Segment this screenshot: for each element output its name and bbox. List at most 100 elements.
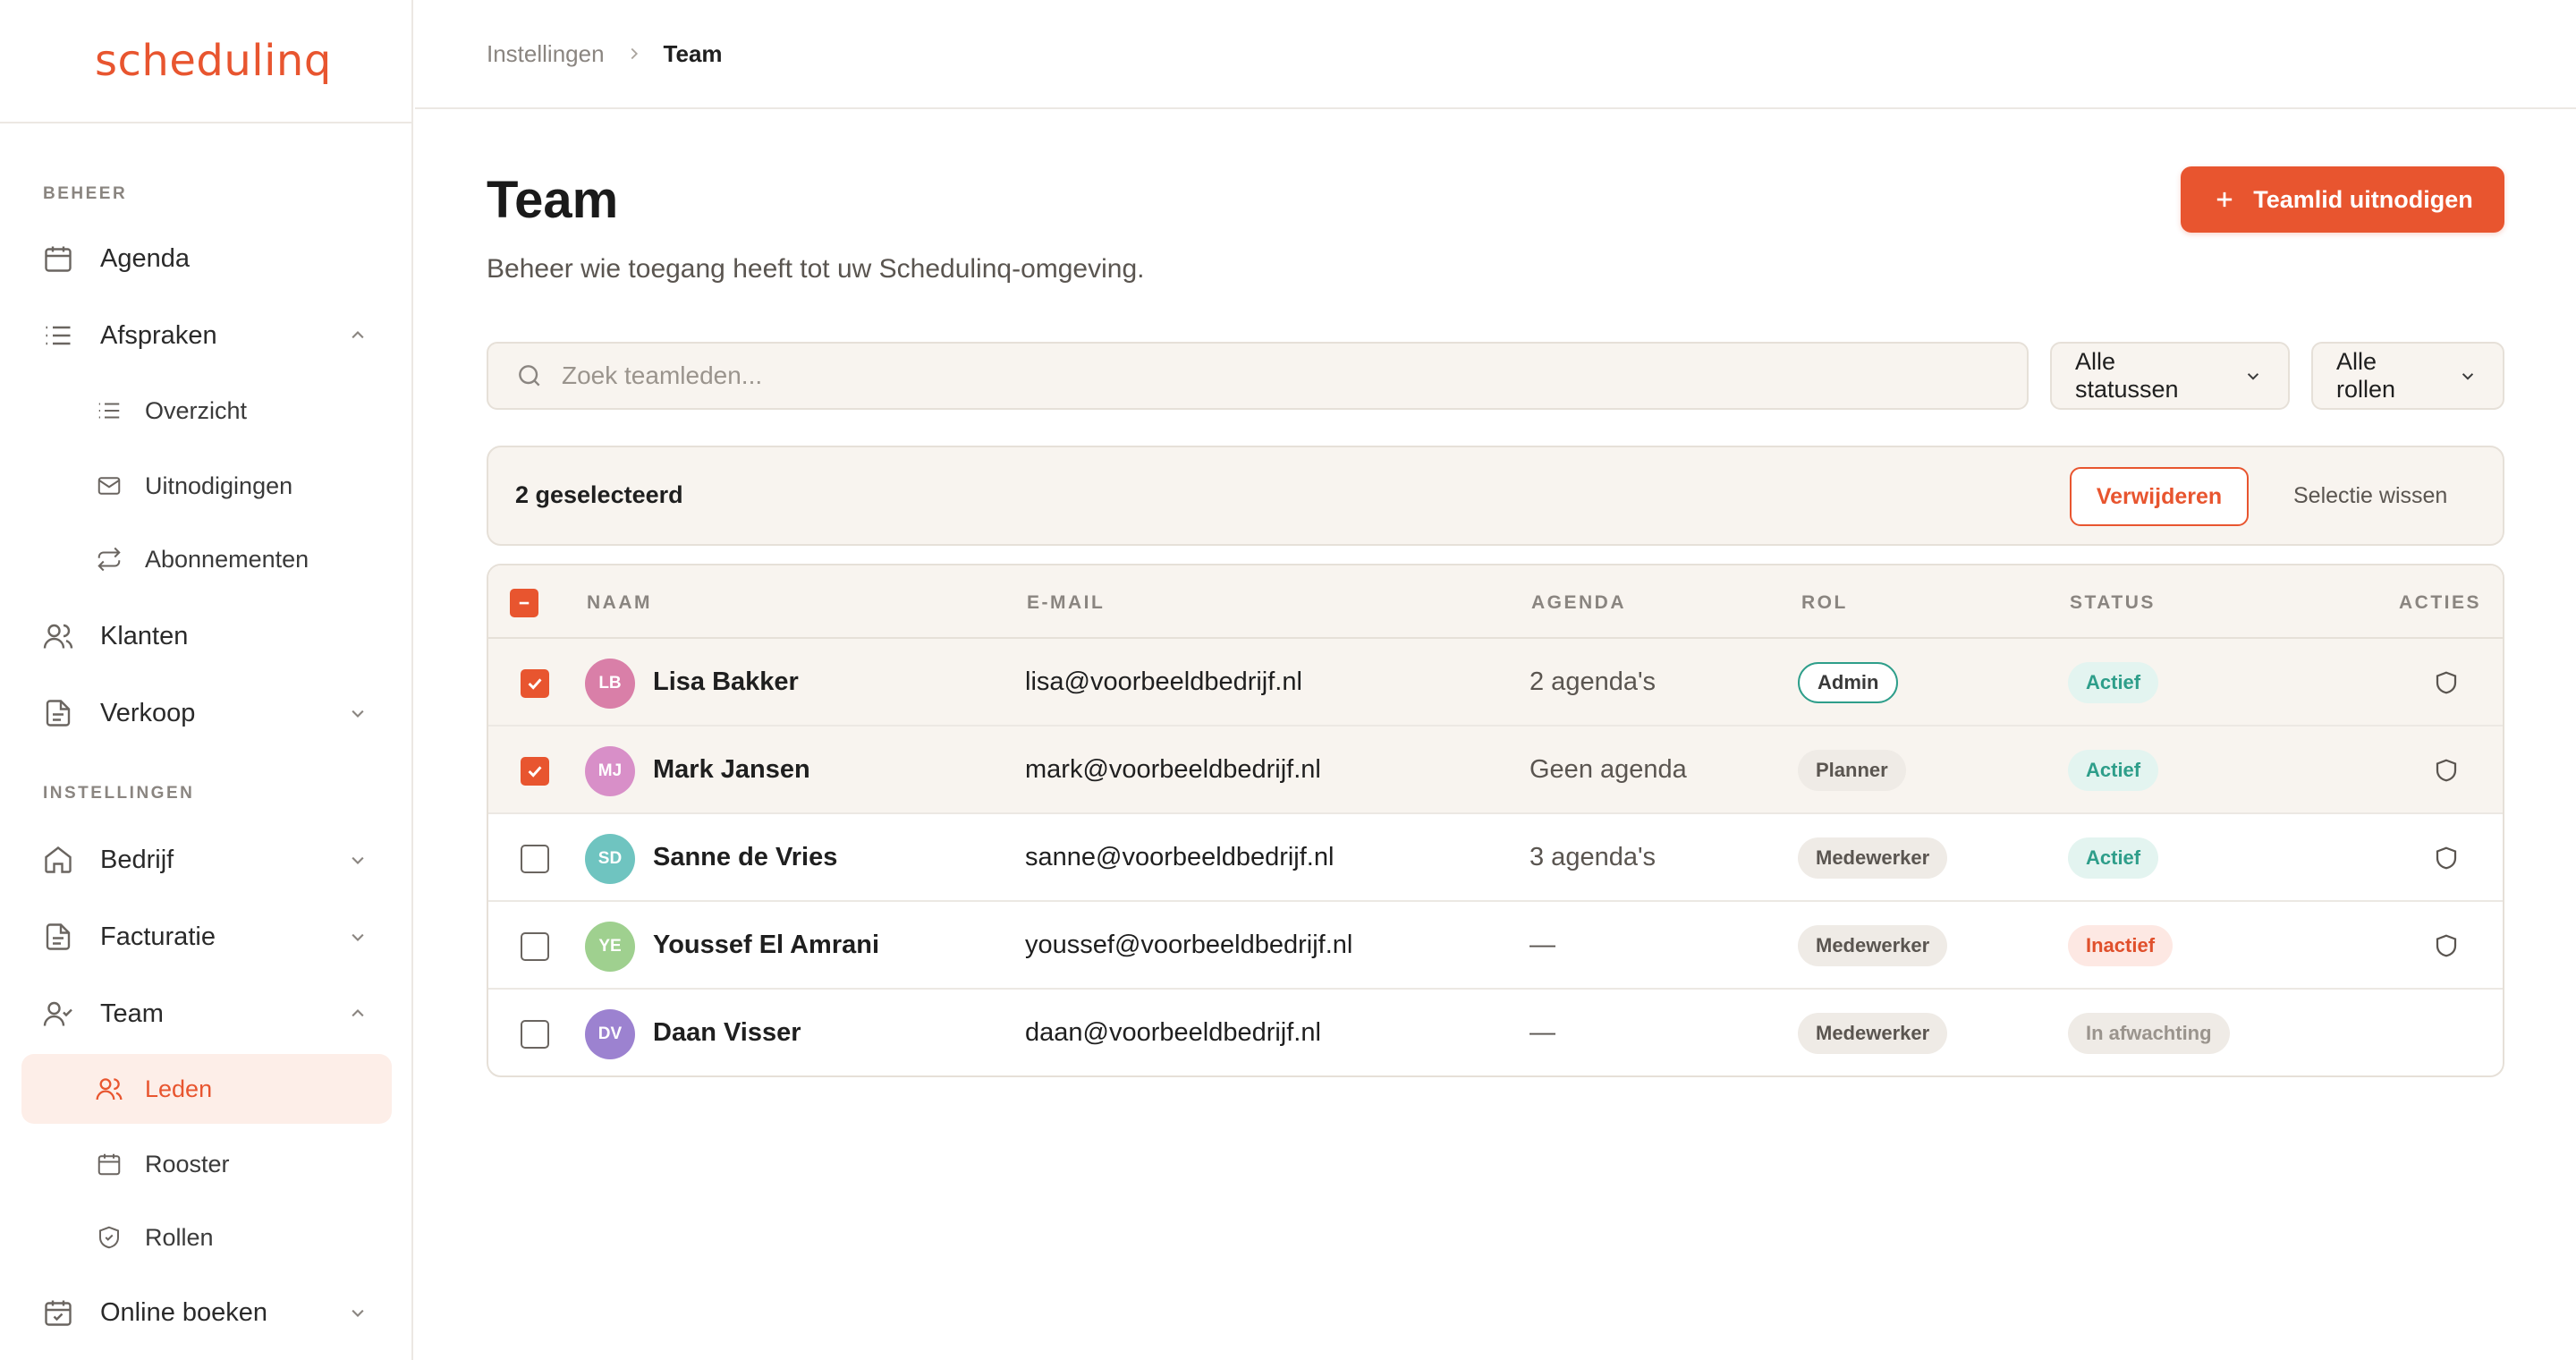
breadcrumb-parent[interactable]: Instellingen xyxy=(487,40,605,68)
role-badge: Admin xyxy=(1798,662,1899,703)
section-label-instellingen: INSTELLINGEN xyxy=(43,784,195,803)
avatar: SD xyxy=(585,834,635,884)
status-badge: In afwachting xyxy=(2068,1013,2230,1054)
sidebar-item-label: Team xyxy=(100,999,164,1028)
table-row[interactable]: DV Daan Visser daan@voorbeeldbedrijf.nl … xyxy=(488,990,2503,1075)
row-checkbox[interactable] xyxy=(521,757,549,786)
member-name: Mark Jansen xyxy=(653,755,810,784)
sidebar-item-label: Klanten xyxy=(100,621,189,650)
row-checkbox[interactable] xyxy=(521,845,549,873)
invite-button-label: Teamlid uitnodigen xyxy=(2253,185,2473,213)
role-filter-select[interactable]: Alle rollen xyxy=(2311,342,2504,410)
sidebar-item-label: Abonnementen xyxy=(145,545,309,573)
row-checkbox[interactable] xyxy=(521,669,549,698)
sidebar-item-team[interactable]: Team xyxy=(21,979,392,1049)
member-agenda: 2 agenda's xyxy=(1530,667,1656,696)
member-name: Sanne de Vries xyxy=(653,843,838,871)
repeat-icon xyxy=(93,543,125,575)
member-email: sanne@voorbeeldbedrijf.nl xyxy=(1025,843,1335,871)
sidebar-item-label: Uitnodigingen xyxy=(145,472,293,499)
document-icon xyxy=(39,694,77,732)
table-row[interactable]: SD Sanne de Vries sanne@voorbeeldbedrijf… xyxy=(488,814,2503,902)
chevron-down-icon xyxy=(345,701,370,726)
sidebar-item-bedrijf[interactable]: Bedrijf xyxy=(21,825,392,895)
sidebar-item-label: Facturatie xyxy=(100,922,216,951)
sidebar-item-abonnementen[interactable]: Abonnementen xyxy=(21,524,392,594)
shield-icon[interactable] xyxy=(2433,669,2460,696)
status-badge: Actief xyxy=(2068,750,2159,791)
chevron-down-icon xyxy=(2456,364,2479,387)
users-icon xyxy=(39,617,77,655)
member-name: Youssef El Amrani xyxy=(653,931,880,959)
column-header-status[interactable]: STATUS xyxy=(2070,592,2156,614)
avatar: LB xyxy=(585,659,635,709)
bulk-selection-bar: 2 geselecteerd Verwijderen Selectie wiss… xyxy=(487,446,2504,546)
status-badge: Inactief xyxy=(2068,925,2174,966)
member-email: youssef@voorbeeldbedrijf.nl xyxy=(1025,931,1353,959)
sidebar-item-label: Rollen xyxy=(145,1223,214,1251)
column-header-agenda[interactable]: AGENDA xyxy=(1531,592,1626,614)
row-checkbox[interactable] xyxy=(521,1020,549,1049)
delete-selected-button[interactable]: Verwijderen xyxy=(2070,467,2249,526)
member-agenda: — xyxy=(1530,1018,1555,1047)
role-badge: Medewerker xyxy=(1798,1013,1948,1054)
sidebar-item-rollen[interactable]: Rollen xyxy=(21,1203,392,1272)
page-subtitle: Beheer wie toegang heeft tot uw Scheduli… xyxy=(487,254,1145,284)
sidebar-item-uitnodigingen[interactable]: Uitnodigingen xyxy=(21,451,392,521)
breadcrumb: Instellingen Team xyxy=(415,0,2576,109)
sidebar-item-afspraken[interactable]: Afspraken xyxy=(21,301,392,370)
member-agenda: Geen agenda xyxy=(1530,755,1687,784)
invite-team-member-button[interactable]: Teamlid uitnodigen xyxy=(2181,166,2504,233)
sidebar-item-label: Online boeken xyxy=(100,1297,268,1327)
sidebar-item-overzicht[interactable]: Overzicht xyxy=(21,376,392,446)
sidebar-item-leden[interactable]: Leden xyxy=(21,1054,392,1124)
table-row[interactable]: MJ Mark Jansen mark@voorbeeldbedrijf.nl … xyxy=(488,727,2503,814)
member-email: daan@voorbeeldbedrijf.nl xyxy=(1025,1018,1321,1047)
selection-count: 2 geselecteerd xyxy=(515,481,683,508)
check-icon xyxy=(528,678,542,690)
team-members-table: NAAM E-MAIL AGENDA ROL STATUS ACTIES LB … xyxy=(487,564,2504,1077)
column-header-role[interactable]: ROL xyxy=(1801,592,1848,614)
column-header-email[interactable]: E-MAIL xyxy=(1027,592,1105,614)
column-header-name[interactable]: NAAM xyxy=(587,592,652,614)
sidebar-item-rooster[interactable]: Rooster xyxy=(21,1129,392,1199)
status-filter-label: Alle statussen xyxy=(2075,348,2179,403)
sidebar-item-label: Verkoop xyxy=(100,698,196,727)
logo-area: schedulinq xyxy=(0,0,411,123)
member-agenda: — xyxy=(1530,931,1555,959)
role-badge: Medewerker xyxy=(1798,837,1948,879)
minus-icon xyxy=(519,601,530,605)
users-icon xyxy=(93,1073,125,1105)
chevron-up-icon xyxy=(345,323,370,348)
sidebar-item-klanten[interactable]: Klanten xyxy=(21,601,392,671)
table-row[interactable]: YE Youssef El Amrani youssef@voorbeeldbe… xyxy=(488,902,2503,990)
member-name: Lisa Bakker xyxy=(653,667,799,696)
member-email: mark@voorbeeldbedrijf.nl xyxy=(1025,755,1321,784)
calendar-check-icon xyxy=(39,1294,77,1331)
table-row[interactable]: LB Lisa Bakker lisa@voorbeeldbedrijf.nl … xyxy=(488,639,2503,727)
clear-selection-button[interactable]: Selectie wissen xyxy=(2293,483,2447,509)
column-header-actions: ACTIES xyxy=(2399,592,2482,613)
app-logo[interactable]: schedulinq xyxy=(95,36,332,86)
shield-icon[interactable] xyxy=(2433,932,2460,959)
sidebar-item-label: Leden xyxy=(145,1075,213,1102)
select-all-checkbox[interactable] xyxy=(510,589,538,617)
chevron-down-icon xyxy=(345,847,370,872)
sidebar-item-agenda[interactable]: Agenda xyxy=(21,224,392,293)
section-label-beheer: BEHEER xyxy=(43,184,128,203)
row-checkbox[interactable] xyxy=(521,932,549,961)
member-email: lisa@voorbeeldbedrijf.nl xyxy=(1025,667,1302,696)
search-input[interactable]: Zoek teamleden... xyxy=(487,342,2029,410)
shield-icon[interactable] xyxy=(2433,757,2460,784)
sidebar-item-online-boeken[interactable]: Online boeken xyxy=(21,1278,392,1347)
home-icon xyxy=(39,841,77,879)
table-header: NAAM E-MAIL AGENDA ROL STATUS ACTIES xyxy=(488,565,2503,639)
mail-icon xyxy=(93,470,125,502)
shield-icon[interactable] xyxy=(2433,845,2460,871)
sidebar-item-verkoop[interactable]: Verkoop xyxy=(21,678,392,748)
chevron-down-icon xyxy=(2241,364,2265,387)
shield-check-icon xyxy=(93,1221,125,1254)
status-filter-select[interactable]: Alle statussen xyxy=(2050,342,2290,410)
sidebar-item-facturatie[interactable]: Facturatie xyxy=(21,902,392,972)
avatar: DV xyxy=(585,1009,635,1059)
